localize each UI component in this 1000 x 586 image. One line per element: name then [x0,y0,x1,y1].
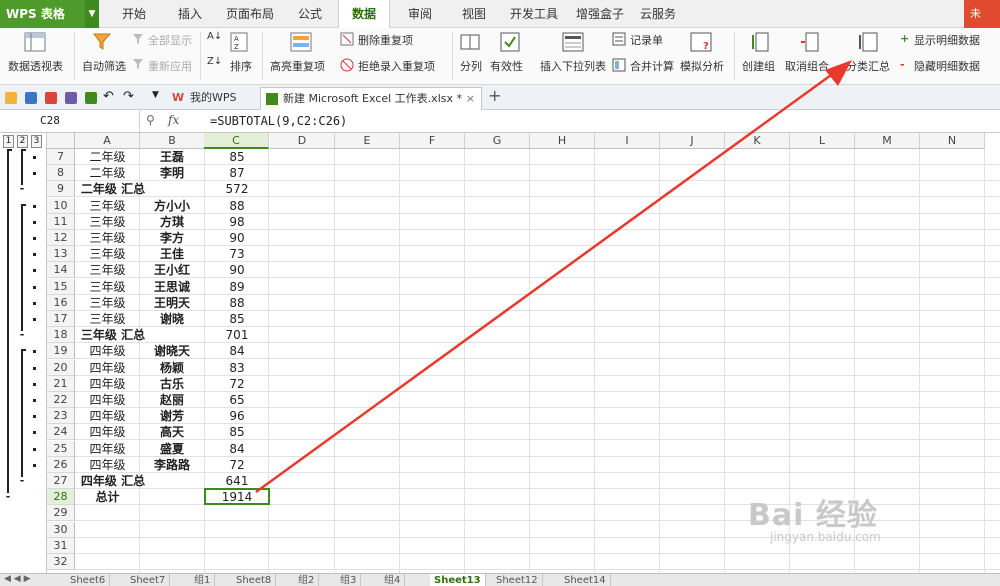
sheet-nav-arrows-icon[interactable]: ◀ ◀ ▶ [4,574,31,584]
wps-spreadsheet-window: WPS 表格 ▼ 开始 插入 页面布局 公式 数据 审阅 视图 开发工具 增强盒… [0,0,1000,586]
sheet-tab-sheet14[interactable]: Sheet14 [560,574,611,586]
sheet-tab-sheet8[interactable]: Sheet8 [232,574,277,586]
sheet-tab-sheet13[interactable]: Sheet13 [430,574,486,586]
arrow-line [255,68,839,494]
sheet-tab-bar: ◀ ◀ ▶ Sheet6 Sheet7 组1 Sheet8 组2 组3 组4 Sheet13 S… [0,573,1000,586]
baidu-watermark: Bai 经验 jingyan.baidu.com [748,490,881,544]
sheet-tab-sheet7[interactable]: Sheet7 [126,574,171,586]
arrow-head [825,60,852,86]
sheet-tab-组2[interactable]: 组2 [294,574,320,586]
sheet-tab-组4[interactable]: 组4 [380,574,406,586]
sheet-tab-sheet12[interactable]: Sheet12 [492,574,543,586]
sheet-tab-组1[interactable]: 组1 [190,574,216,586]
sheet-tab-组3[interactable]: 组3 [336,574,362,586]
watermark-logo: Bai 经验 [748,498,878,533]
sheet-tab-sheet6[interactable]: Sheet6 [66,574,111,586]
